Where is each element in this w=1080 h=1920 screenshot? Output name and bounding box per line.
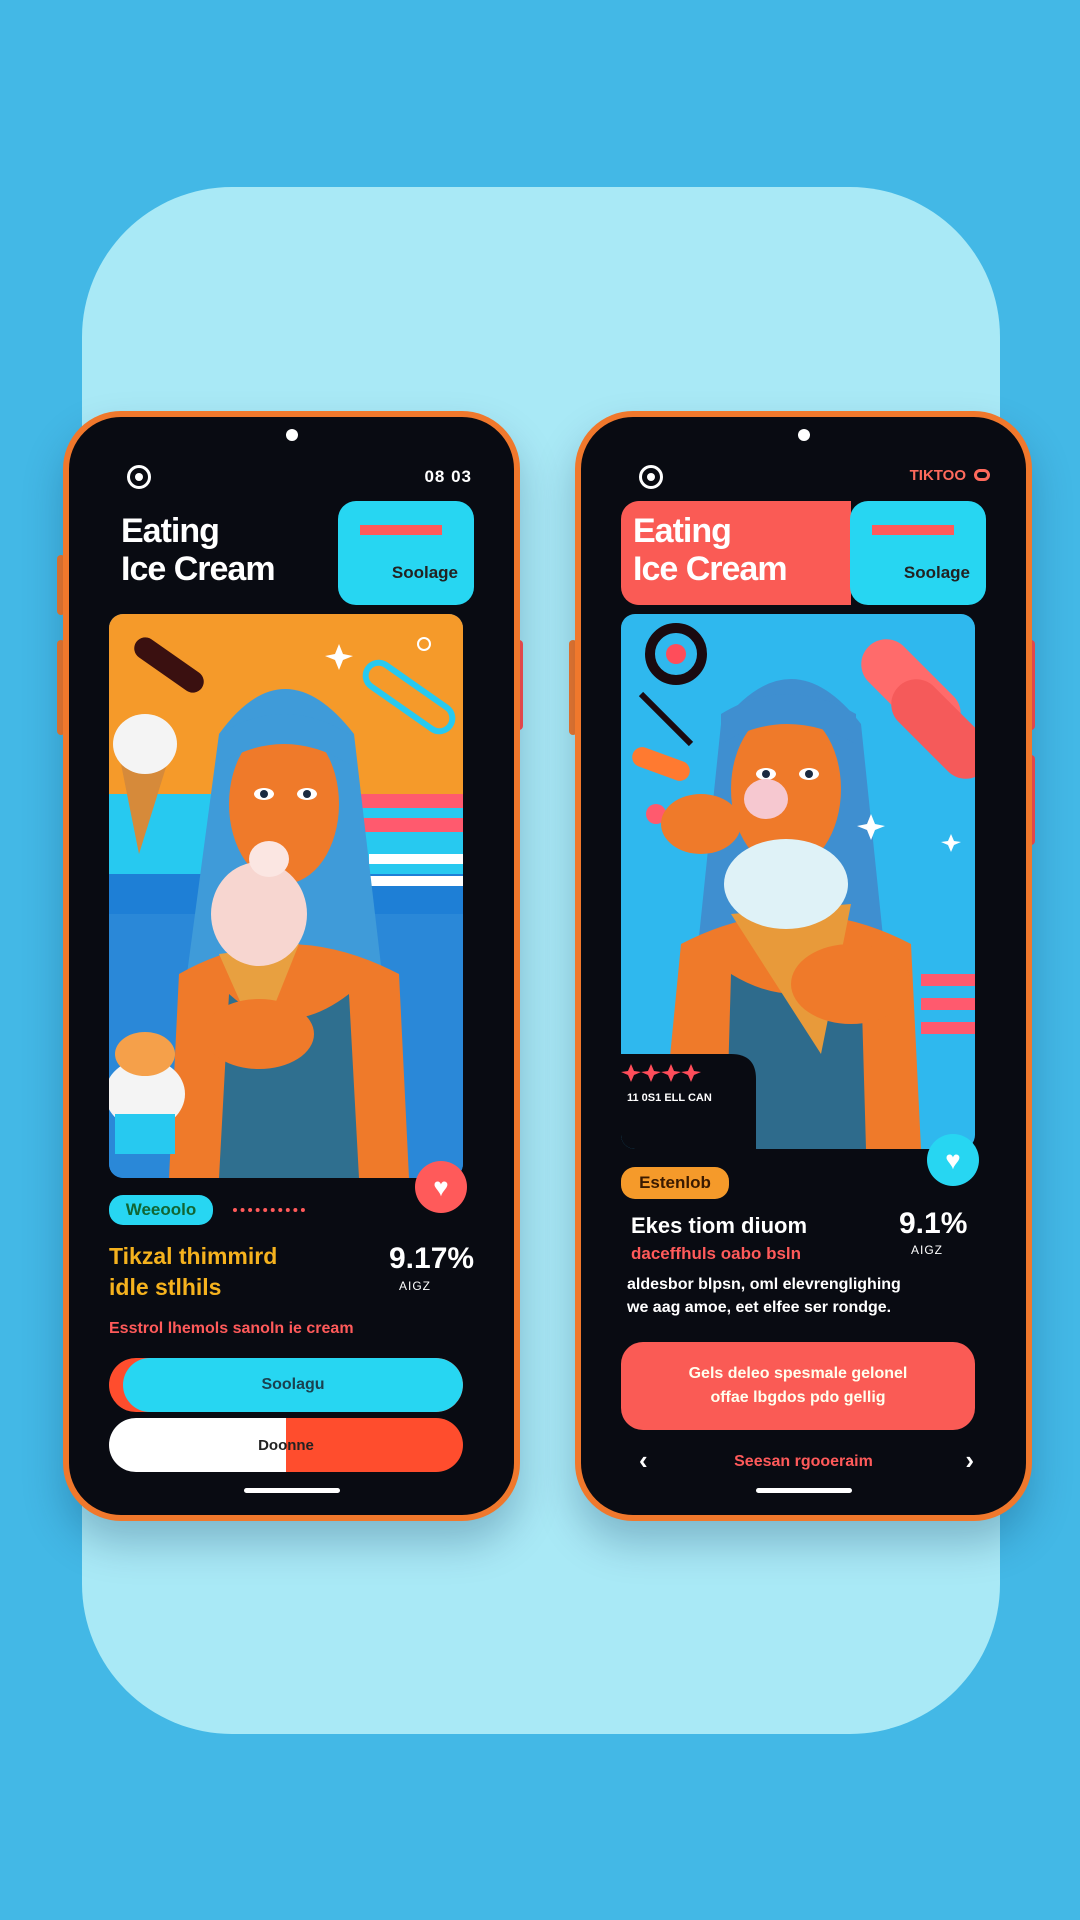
category-chip[interactable]: Soolage bbox=[338, 501, 474, 605]
stat-value: 9.17% bbox=[389, 1242, 475, 1275]
girl-eating-ice-cream-illustration bbox=[109, 614, 463, 1178]
girl-eating-ice-cream-illustration bbox=[621, 614, 975, 1149]
headline-line: daceffhuls oabo bsln bbox=[631, 1244, 802, 1263]
stat-label: AIGZ bbox=[911, 1243, 944, 1257]
caption-text: Esstrol lhemols sanoln ie cream bbox=[109, 1320, 354, 1337]
divider-dots bbox=[233, 1208, 305, 1216]
cta-button[interactable]: Gels deleo spesmale gelonel offae lbgdos… bbox=[621, 1342, 975, 1430]
left-phone: 08 03 Eating Ice Cream Soolage ♥ Weeoolo… bbox=[63, 411, 520, 1521]
title-line: Eating bbox=[121, 512, 220, 550]
headline-line: idle stlhils bbox=[109, 1274, 222, 1300]
primary-button[interactable]: Soolagu bbox=[109, 1358, 463, 1412]
nav-label: Seesan rgooeraim bbox=[734, 1453, 873, 1470]
title-line: Ice Cream bbox=[121, 550, 276, 588]
title-line: Ice Cream bbox=[633, 550, 788, 588]
headline-line: Tikzal thimmird bbox=[109, 1243, 278, 1269]
like-button[interactable]: ♥ bbox=[927, 1134, 979, 1186]
rating-text: 11 0S1 ELL CAN bbox=[627, 1092, 712, 1104]
category-chip[interactable]: Soolage bbox=[850, 501, 986, 605]
category-tag[interactable]: Estenlob bbox=[621, 1167, 729, 1199]
chip-label: Soolage bbox=[391, 563, 458, 582]
title-line: Eating bbox=[633, 512, 732, 550]
chip-decoration bbox=[360, 525, 442, 535]
stat-value: 9.1% bbox=[899, 1207, 968, 1240]
category-tag[interactable]: Weeoolo bbox=[109, 1195, 213, 1225]
post-headline: Ekes tiom diuom daceffhuls oabo bsln bbox=[631, 1212, 807, 1268]
primary-button-label: Soolagu bbox=[123, 1358, 463, 1412]
chip-label: Soolage bbox=[903, 563, 970, 582]
page-title: Eating Ice Cream bbox=[633, 512, 788, 588]
settings-icon[interactable] bbox=[639, 465, 663, 489]
secondary-button-label: Doonne bbox=[258, 1436, 314, 1454]
settings-icon[interactable] bbox=[127, 465, 151, 489]
stat-label: AIGZ bbox=[399, 1279, 432, 1293]
headline-line: Ekes tiom diuom bbox=[631, 1213, 808, 1238]
hero-illustration: 11 0S1 ELL CAN bbox=[621, 614, 975, 1149]
home-indicator[interactable] bbox=[755, 1488, 852, 1493]
battery-icon bbox=[974, 469, 990, 481]
cta-line: Gels deleo spesmale gelonel bbox=[688, 1365, 908, 1382]
chip-decoration bbox=[872, 525, 954, 535]
right-phone: TIKTOO Eating Ice Cream Soolage 11 0S1 E… bbox=[575, 411, 1032, 1521]
hero-illustration bbox=[109, 614, 463, 1178]
like-button[interactable]: ♥ bbox=[415, 1161, 467, 1213]
status-time: 08 03 bbox=[424, 467, 472, 486]
camera-notch bbox=[285, 429, 298, 441]
post-headline: Tikzal thimmird idle stlhils bbox=[109, 1241, 277, 1303]
heart-icon: ♥ bbox=[433, 1171, 449, 1202]
page-title: Eating Ice Cream bbox=[121, 512, 276, 588]
status-app-name: TIKTOO bbox=[909, 467, 966, 484]
home-indicator[interactable] bbox=[243, 1488, 340, 1493]
description-line: we aag amoe, eet elfee ser rondge. bbox=[627, 1299, 892, 1316]
secondary-button[interactable]: Doonne bbox=[109, 1418, 463, 1472]
cta-line: offae lbgdos pdo gellig bbox=[710, 1389, 886, 1406]
description-line: aldesbor blpsn, oml elevrenglighing bbox=[627, 1276, 901, 1293]
description-text: aldesbor blpsn, oml elevrenglighing we a… bbox=[627, 1273, 901, 1319]
chevron-right-icon[interactable]: › bbox=[965, 1445, 974, 1476]
heart-icon: ♥ bbox=[945, 1144, 961, 1175]
camera-notch bbox=[797, 429, 810, 441]
